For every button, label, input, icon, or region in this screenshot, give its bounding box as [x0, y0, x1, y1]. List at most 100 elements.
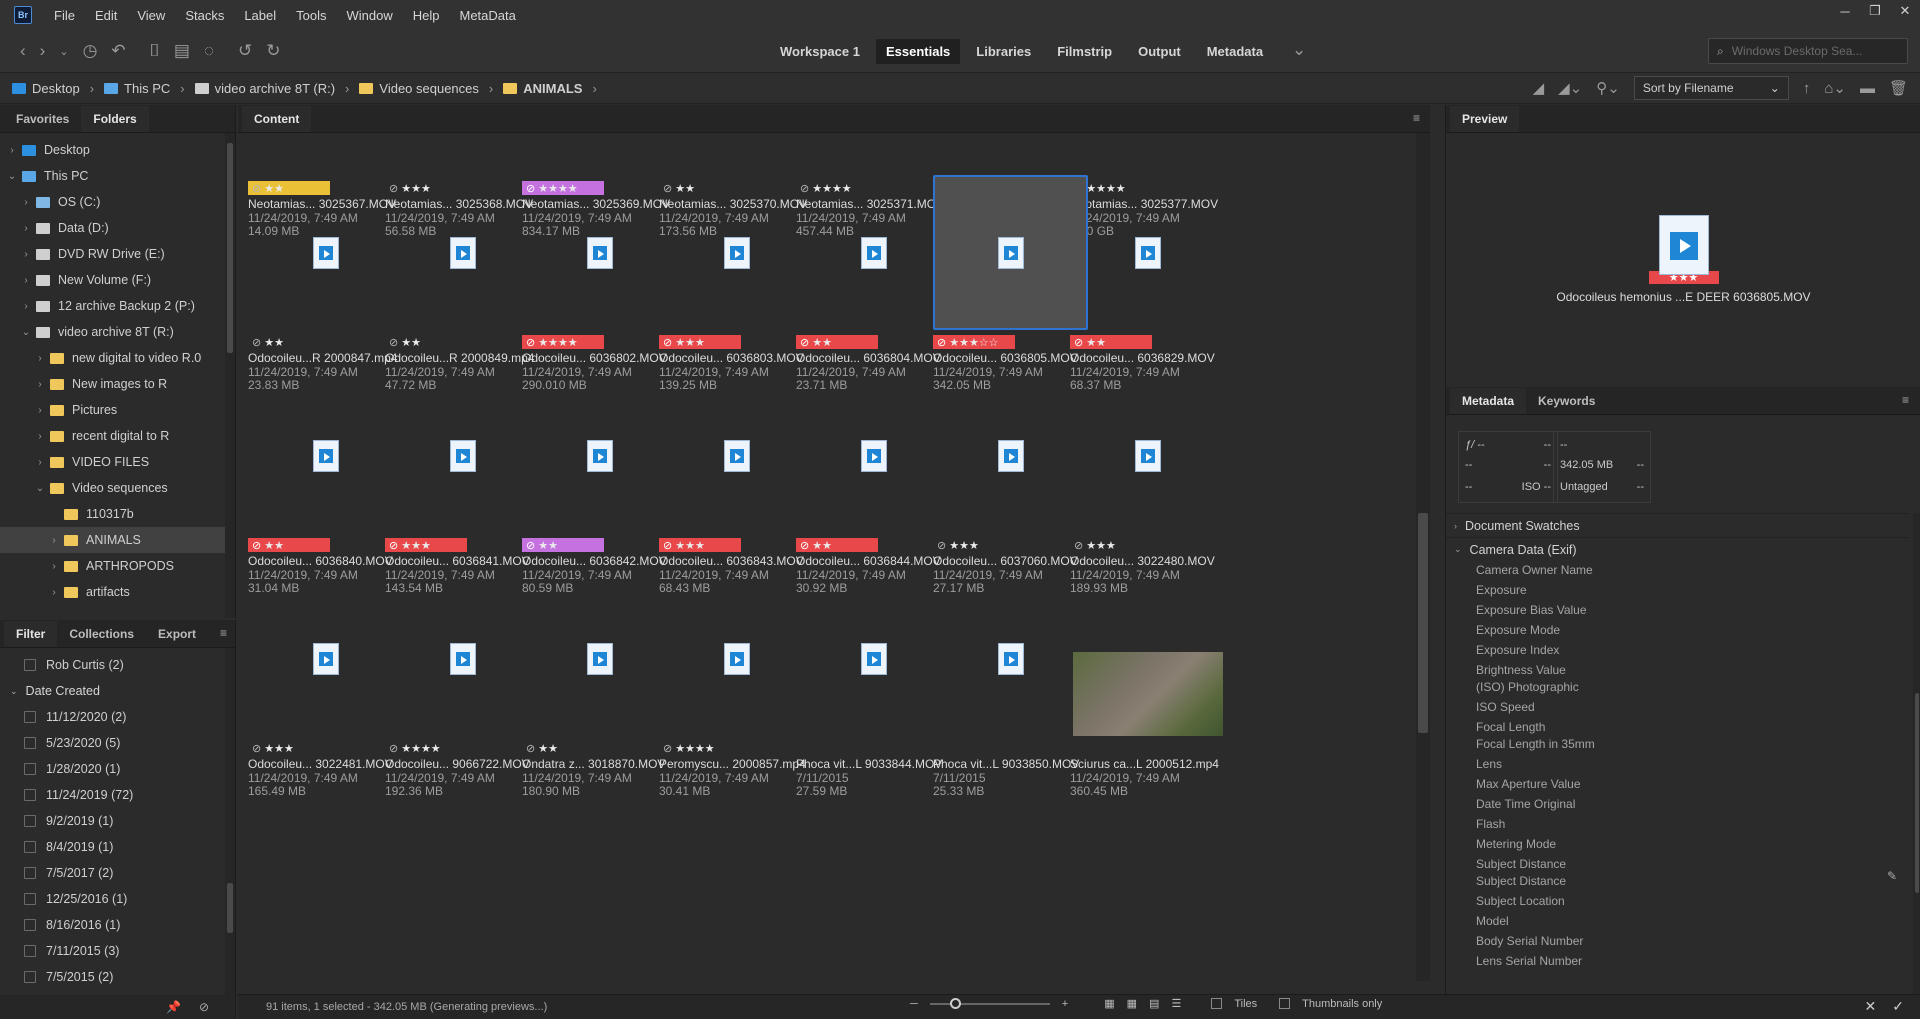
menu-help[interactable]: Help [403, 8, 450, 23]
rating-label[interactable]: ⊘ ★★ [796, 538, 878, 552]
metadata-field[interactable]: Lens Serial Number [1446, 952, 1909, 972]
metadata-field[interactable]: Metering Mode [1446, 835, 1909, 855]
workspace-output[interactable]: Output [1128, 39, 1191, 64]
content-menu-icon[interactable]: ≡ [1413, 111, 1420, 125]
filter-checkbox[interactable] [24, 841, 36, 853]
thumbnail-item[interactable]: ⊘ ★★★ Odocoileu... 3022481.MOV 11/24/2019, … [248, 581, 403, 821]
thumbnail[interactable] [248, 133, 403, 176]
folder-tree-item[interactable]: › Desktop [0, 137, 235, 163]
thumbnail[interactable] [385, 581, 540, 736]
filter-checkbox[interactable] [24, 711, 36, 723]
rating-label[interactable]: ⊘ ★★ [522, 741, 562, 755]
metadata-section[interactable]: › Document Swatches [1446, 513, 1909, 537]
view-list-icon[interactable]: ☰ [1171, 997, 1181, 1010]
metadata-field[interactable]: ISO Speed [1446, 698, 1909, 718]
thumbnail-item[interactable]: ⊘ ★★ Ondatra z... 3018870.MOV 11/24/2019, 7… [522, 581, 677, 821]
folder-scrollbar[interactable] [225, 133, 235, 618]
folder-tree-item[interactable]: › OS (C:) [0, 189, 235, 215]
filter-item[interactable]: 8/16/2016 (1) [0, 912, 235, 938]
thumbnail-item[interactable]: Phoca vit...L 9033844.MOV 7/11/2015 27.59 … [796, 581, 951, 821]
rating-label[interactable]: ⊘★★★ [1070, 538, 1120, 552]
thumbnails-only-checkbox[interactable] [1279, 998, 1291, 1009]
grid-lock-icon[interactable]: ▦ [1104, 997, 1114, 1010]
metadata-field[interactable]: Subject Distance Subject Distance [1446, 855, 1909, 892]
open-recent-icon[interactable]: ⌂⌄ [1824, 79, 1846, 97]
edit-pencil-icon[interactable]: ✎ [1887, 869, 1897, 883]
rating-label[interactable]: ⊘ ★★ [385, 335, 425, 349]
filter-item[interactable]: 7/5/2015 (2) [0, 964, 235, 990]
rating-label[interactable]: ⊘ ★★★☆☆ [933, 335, 1015, 349]
thumbnail-item[interactable]: ⊘ ★★★★ Peromyscu... 2000857.mp4 11/24/2019,… [659, 581, 814, 821]
filter-item[interactable]: Rob Curtis (2) [0, 652, 235, 678]
zoom-out-icon[interactable]: ─ [910, 998, 918, 1010]
thumbnail[interactable] [1070, 133, 1225, 176]
tiles-checkbox[interactable] [1211, 998, 1223, 1009]
new-folder-icon[interactable]: ▬ [1860, 80, 1875, 97]
camera-raw-icon[interactable]: ◌ [204, 41, 214, 61]
breadcrumb-item[interactable]: Desktop › [12, 81, 104, 96]
tab-filter[interactable]: Filter [4, 621, 58, 647]
breadcrumb-item[interactable]: Video sequences › [359, 81, 503, 96]
thumbnail[interactable] [385, 378, 540, 533]
tab-export[interactable]: Export [146, 621, 208, 647]
expand-icon[interactable]: › [34, 431, 46, 442]
rating-label[interactable]: ⊘ ★★ [248, 538, 330, 552]
sort-ascending-icon[interactable]: ↑ [1803, 80, 1811, 97]
expand-icon[interactable]: › [20, 197, 32, 208]
thumbnail[interactable] [659, 378, 814, 533]
workspace-workspace-1[interactable]: Workspace 1 [770, 39, 870, 64]
breadcrumb-item[interactable]: ANIMALS › [503, 81, 607, 96]
metadata-field[interactable]: Exposure Index [1446, 641, 1909, 661]
filter-checkbox[interactable] [24, 659, 36, 671]
rating-label[interactable] [796, 741, 807, 755]
rating-label[interactable]: ⊘★★★★ [522, 335, 604, 349]
folder-tree-item[interactable]: › DVD RW Drive (E:) [0, 241, 235, 267]
folder-tree-item[interactable]: › Pictures [0, 397, 235, 423]
filter-checkbox[interactable] [24, 763, 36, 775]
expand-icon[interactable]: ⌄ [20, 327, 32, 338]
rating-label[interactable] [933, 741, 944, 755]
thumbnail[interactable] [248, 581, 403, 736]
back-icon[interactable]: ‹ [20, 41, 26, 61]
folder-tree-item[interactable]: › New Volume (F:) [0, 267, 235, 293]
filter-checkbox[interactable] [24, 971, 36, 983]
rating-label[interactable]: ⊘ ★★ [522, 538, 604, 552]
thumbnail[interactable] [522, 133, 677, 176]
restore-icon[interactable]: ❐ [1860, 0, 1890, 22]
breadcrumb-item[interactable]: video archive 8T (R:) › [194, 81, 360, 96]
expand-icon[interactable]: › [34, 353, 46, 364]
metadata-field[interactable]: Camera Owner Name [1446, 561, 1909, 581]
rating-label[interactable]: ⊘ ★★ [248, 335, 288, 349]
metadata-field[interactable]: Subject Location [1446, 892, 1909, 912]
folder-tree-item[interactable]: › ANIMALS [0, 527, 235, 553]
rotate-left-icon[interactable]: ↺ [238, 41, 252, 61]
thumbnail[interactable] [933, 133, 1088, 176]
rating-label[interactable]: ⊘★★★ [659, 335, 741, 349]
folder-tree-item[interactable]: 110317b [0, 501, 235, 527]
thumbnail[interactable] [659, 581, 814, 736]
thumbnail[interactable] [659, 175, 814, 330]
rating-label[interactable]: ⊘ ★★ [1070, 335, 1152, 349]
thumbnail[interactable] [522, 581, 677, 736]
menu-window[interactable]: Window [337, 8, 403, 23]
filter-icon[interactable]: ⚲⌄ [1596, 79, 1620, 97]
folder-tree-item[interactable]: › new digital to video R.0 [0, 345, 235, 371]
filter-item[interactable]: 5/23/2020 (5) [0, 730, 235, 756]
filter-item[interactable]: 9/2/2019 (1) [0, 808, 235, 834]
folder-tree-item[interactable]: › artifacts [0, 579, 235, 605]
tab-content[interactable]: Content [242, 106, 312, 132]
thumbnail[interactable] [796, 133, 951, 176]
filter-checkbox[interactable] [24, 867, 36, 879]
expand-icon[interactable]: ⌄ [6, 171, 18, 182]
tab-folders[interactable]: Folders [81, 106, 149, 132]
breadcrumb-item[interactable]: This PC › [104, 81, 195, 96]
thumbnail[interactable] [796, 581, 951, 736]
expand-icon[interactable]: › [34, 379, 46, 390]
metadata-field[interactable]: Lens [1446, 755, 1909, 775]
filter-item[interactable]: 11/12/2020 (2) [0, 704, 235, 730]
folder-tree-item[interactable]: › Data (D:) [0, 215, 235, 241]
workspace-metadata[interactable]: Metadata [1197, 39, 1273, 64]
metadata-field[interactable]: Max Aperture Value [1446, 775, 1909, 795]
filter-checkbox[interactable] [24, 919, 36, 931]
tab-preview[interactable]: Preview [1450, 106, 1520, 132]
